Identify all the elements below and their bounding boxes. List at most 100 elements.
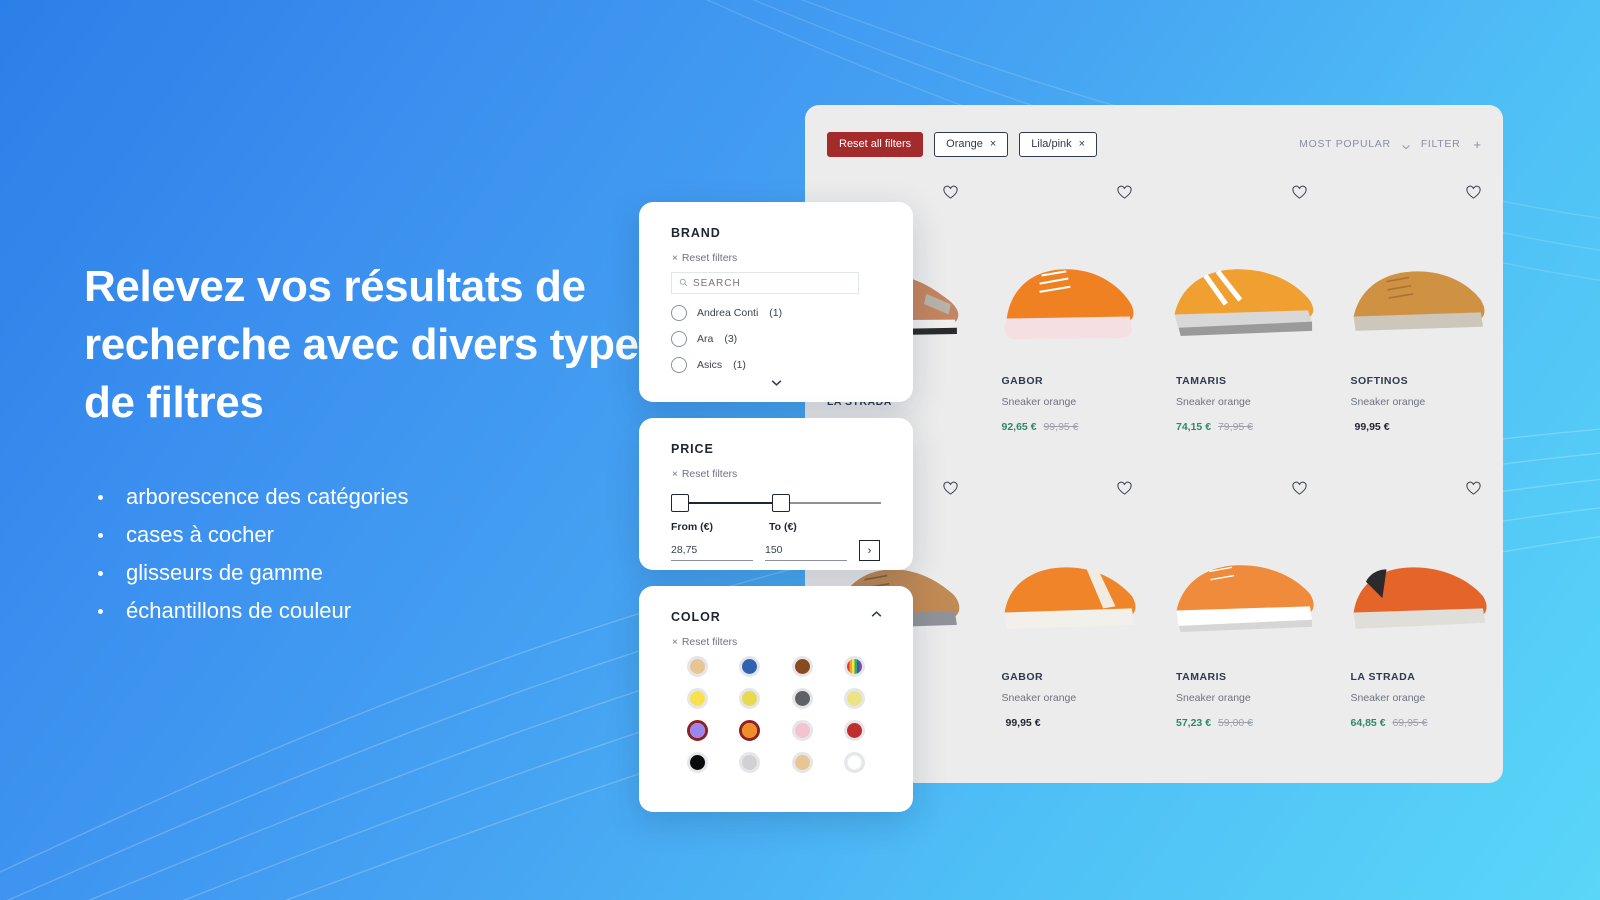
product-brand: GABOR [1001, 375, 1044, 387]
color-filter-card: COLOR × Reset filters [639, 586, 913, 812]
product-image [1154, 513, 1329, 673]
heart-icon[interactable] [1291, 185, 1307, 200]
filter-toggle-label[interactable]: FILTER [1421, 138, 1461, 150]
toolbar-right-group: MOST POPULAR FILTER + [1299, 137, 1481, 152]
color-swatch-black[interactable] [686, 752, 708, 773]
heart-icon[interactable] [1117, 185, 1132, 200]
heart-icon[interactable] [1466, 481, 1481, 496]
slider-handle-min[interactable] [671, 494, 689, 512]
close-icon: × [672, 252, 678, 264]
heart-icon[interactable] [1291, 481, 1307, 496]
product-image [980, 217, 1155, 377]
color-swatch-red[interactable] [844, 720, 866, 741]
product-tile[interactable]: GABOR Sneaker orange 92,65 € 99,95 € [980, 169, 1155, 465]
product-tile[interactable]: SOFTINOS Sneaker orange 99,95 € [1329, 169, 1504, 465]
chip-label: Orange [946, 138, 983, 150]
active-filter-chip-lila-pink[interactable]: Lila/pink × [1019, 131, 1098, 157]
swatch-fill [742, 755, 758, 770]
color-swatch-multicolor[interactable] [844, 656, 866, 677]
brand-search-box[interactable] [671, 272, 859, 294]
product-tile[interactable]: TAMARIS Sneaker orange 57,23 € 59,00 € [1154, 465, 1329, 761]
price-filter-title: PRICE [671, 442, 714, 456]
color-swatch-cell [671, 752, 724, 773]
heart-icon[interactable] [942, 185, 958, 200]
color-filter-title: COLOR [671, 610, 721, 624]
color-swatch-brown[interactable] [791, 656, 813, 677]
brand-option-label: Ara [697, 333, 714, 345]
old-price: 59,00 € [1217, 717, 1254, 729]
color-swatch-blue[interactable] [739, 656, 761, 677]
price-from-label: From (€) [671, 521, 713, 533]
brand-option-andrea-conti[interactable]: Andrea Conti (1) [671, 305, 782, 321]
color-swatch-orange[interactable] [739, 720, 761, 741]
swatch-fill [742, 723, 758, 738]
reset-all-filters-button[interactable]: Reset all filters [827, 131, 924, 157]
sale-price: 64,85 € [1350, 717, 1386, 729]
price-filter-card: PRICE × Reset filters From (€) To (€) › [639, 418, 913, 570]
plus-icon[interactable]: + [1473, 137, 1481, 152]
product-brand: SOFTINOS [1350, 375, 1409, 387]
close-icon[interactable]: × [1079, 138, 1085, 150]
color-swatch-grey[interactable] [791, 688, 813, 709]
price-range-slider[interactable] [671, 494, 881, 512]
brand-option-count: (1) [769, 307, 783, 319]
brand-reset-filters-link[interactable]: × Reset filters [672, 252, 737, 264]
swatch-fill [794, 755, 810, 770]
color-swatch-lila[interactable] [686, 720, 708, 741]
slider-track-active [681, 502, 781, 504]
product-tile[interactable]: TAMARIS Sneaker orange 74,15 € 79,95 € [1154, 169, 1329, 465]
heart-icon[interactable] [1466, 185, 1481, 200]
price-to-label: To (€) [769, 521, 797, 533]
swatch-fill [847, 691, 863, 706]
product-image [980, 513, 1155, 673]
chevron-down-icon [771, 380, 781, 386]
swatch-fill [794, 659, 810, 674]
chevron-up-icon[interactable] [870, 608, 883, 621]
color-swatch-yellow[interactable] [686, 688, 708, 709]
color-swatch-cell [776, 720, 829, 741]
color-swatch-beige[interactable] [686, 656, 708, 677]
product-tile[interactable]: LA STRADA Sneaker orange 64,85 € 69,95 € [1329, 465, 1504, 761]
active-filter-chip-orange[interactable]: Orange × [934, 131, 1009, 157]
price-reset-filters-link[interactable]: × Reset filters [672, 468, 737, 480]
bullet-dot [98, 495, 103, 501]
chevron-down-icon[interactable] [1401, 139, 1411, 150]
swatch-fill [847, 755, 863, 770]
color-swatch-pink[interactable] [791, 720, 813, 741]
slider-handle-max[interactable] [772, 494, 790, 512]
radio-icon[interactable] [671, 331, 687, 347]
swatch-fill [689, 691, 705, 706]
color-swatch-sand[interactable] [791, 752, 813, 773]
color-reset-filters-link[interactable]: × Reset filters [672, 636, 737, 648]
radio-icon[interactable] [671, 357, 687, 373]
product-price: 74,15 € 79,95 € [1176, 421, 1253, 433]
swatch-fill [847, 723, 863, 738]
price-apply-button[interactable]: › [859, 540, 880, 561]
radio-icon[interactable] [671, 305, 687, 321]
close-icon[interactable]: × [990, 138, 996, 150]
brand-option-asics[interactable]: Asics (1) [671, 357, 746, 373]
price-to-input[interactable] [765, 544, 847, 561]
product-image [1329, 217, 1504, 377]
regular-price: 99,95 € [1005, 717, 1041, 729]
brand-search-input[interactable] [693, 277, 851, 289]
price-from-input[interactable] [671, 544, 753, 561]
brand-option-ara[interactable]: Ara (3) [671, 331, 737, 347]
old-price: 99,95 € [1043, 421, 1079, 433]
heart-icon[interactable] [1117, 481, 1132, 496]
page-title: Relevez vos résultats de recherche avec … [84, 262, 663, 428]
list-item-label: glisseurs de gamme [126, 560, 323, 586]
brand-filter-card: BRAND × Reset filters Andrea Conti (1) A… [639, 202, 913, 402]
heart-icon[interactable] [942, 481, 958, 496]
sort-dropdown-label[interactable]: MOST POPULAR [1299, 138, 1391, 150]
color-swatch-lightyellow[interactable] [844, 688, 866, 709]
color-swatch-silver[interactable] [739, 752, 761, 773]
show-more-brands-button[interactable] [639, 376, 913, 394]
color-swatch-cell [829, 720, 882, 741]
color-swatch-gold[interactable] [739, 688, 761, 709]
swatch-fill [689, 723, 705, 738]
product-tile[interactable]: GABOR Sneaker orange 99,95 € [980, 465, 1155, 761]
price-input-labels: From (€) To (€) [671, 521, 891, 533]
search-icon [679, 274, 688, 292]
color-swatch-white[interactable] [844, 752, 866, 773]
